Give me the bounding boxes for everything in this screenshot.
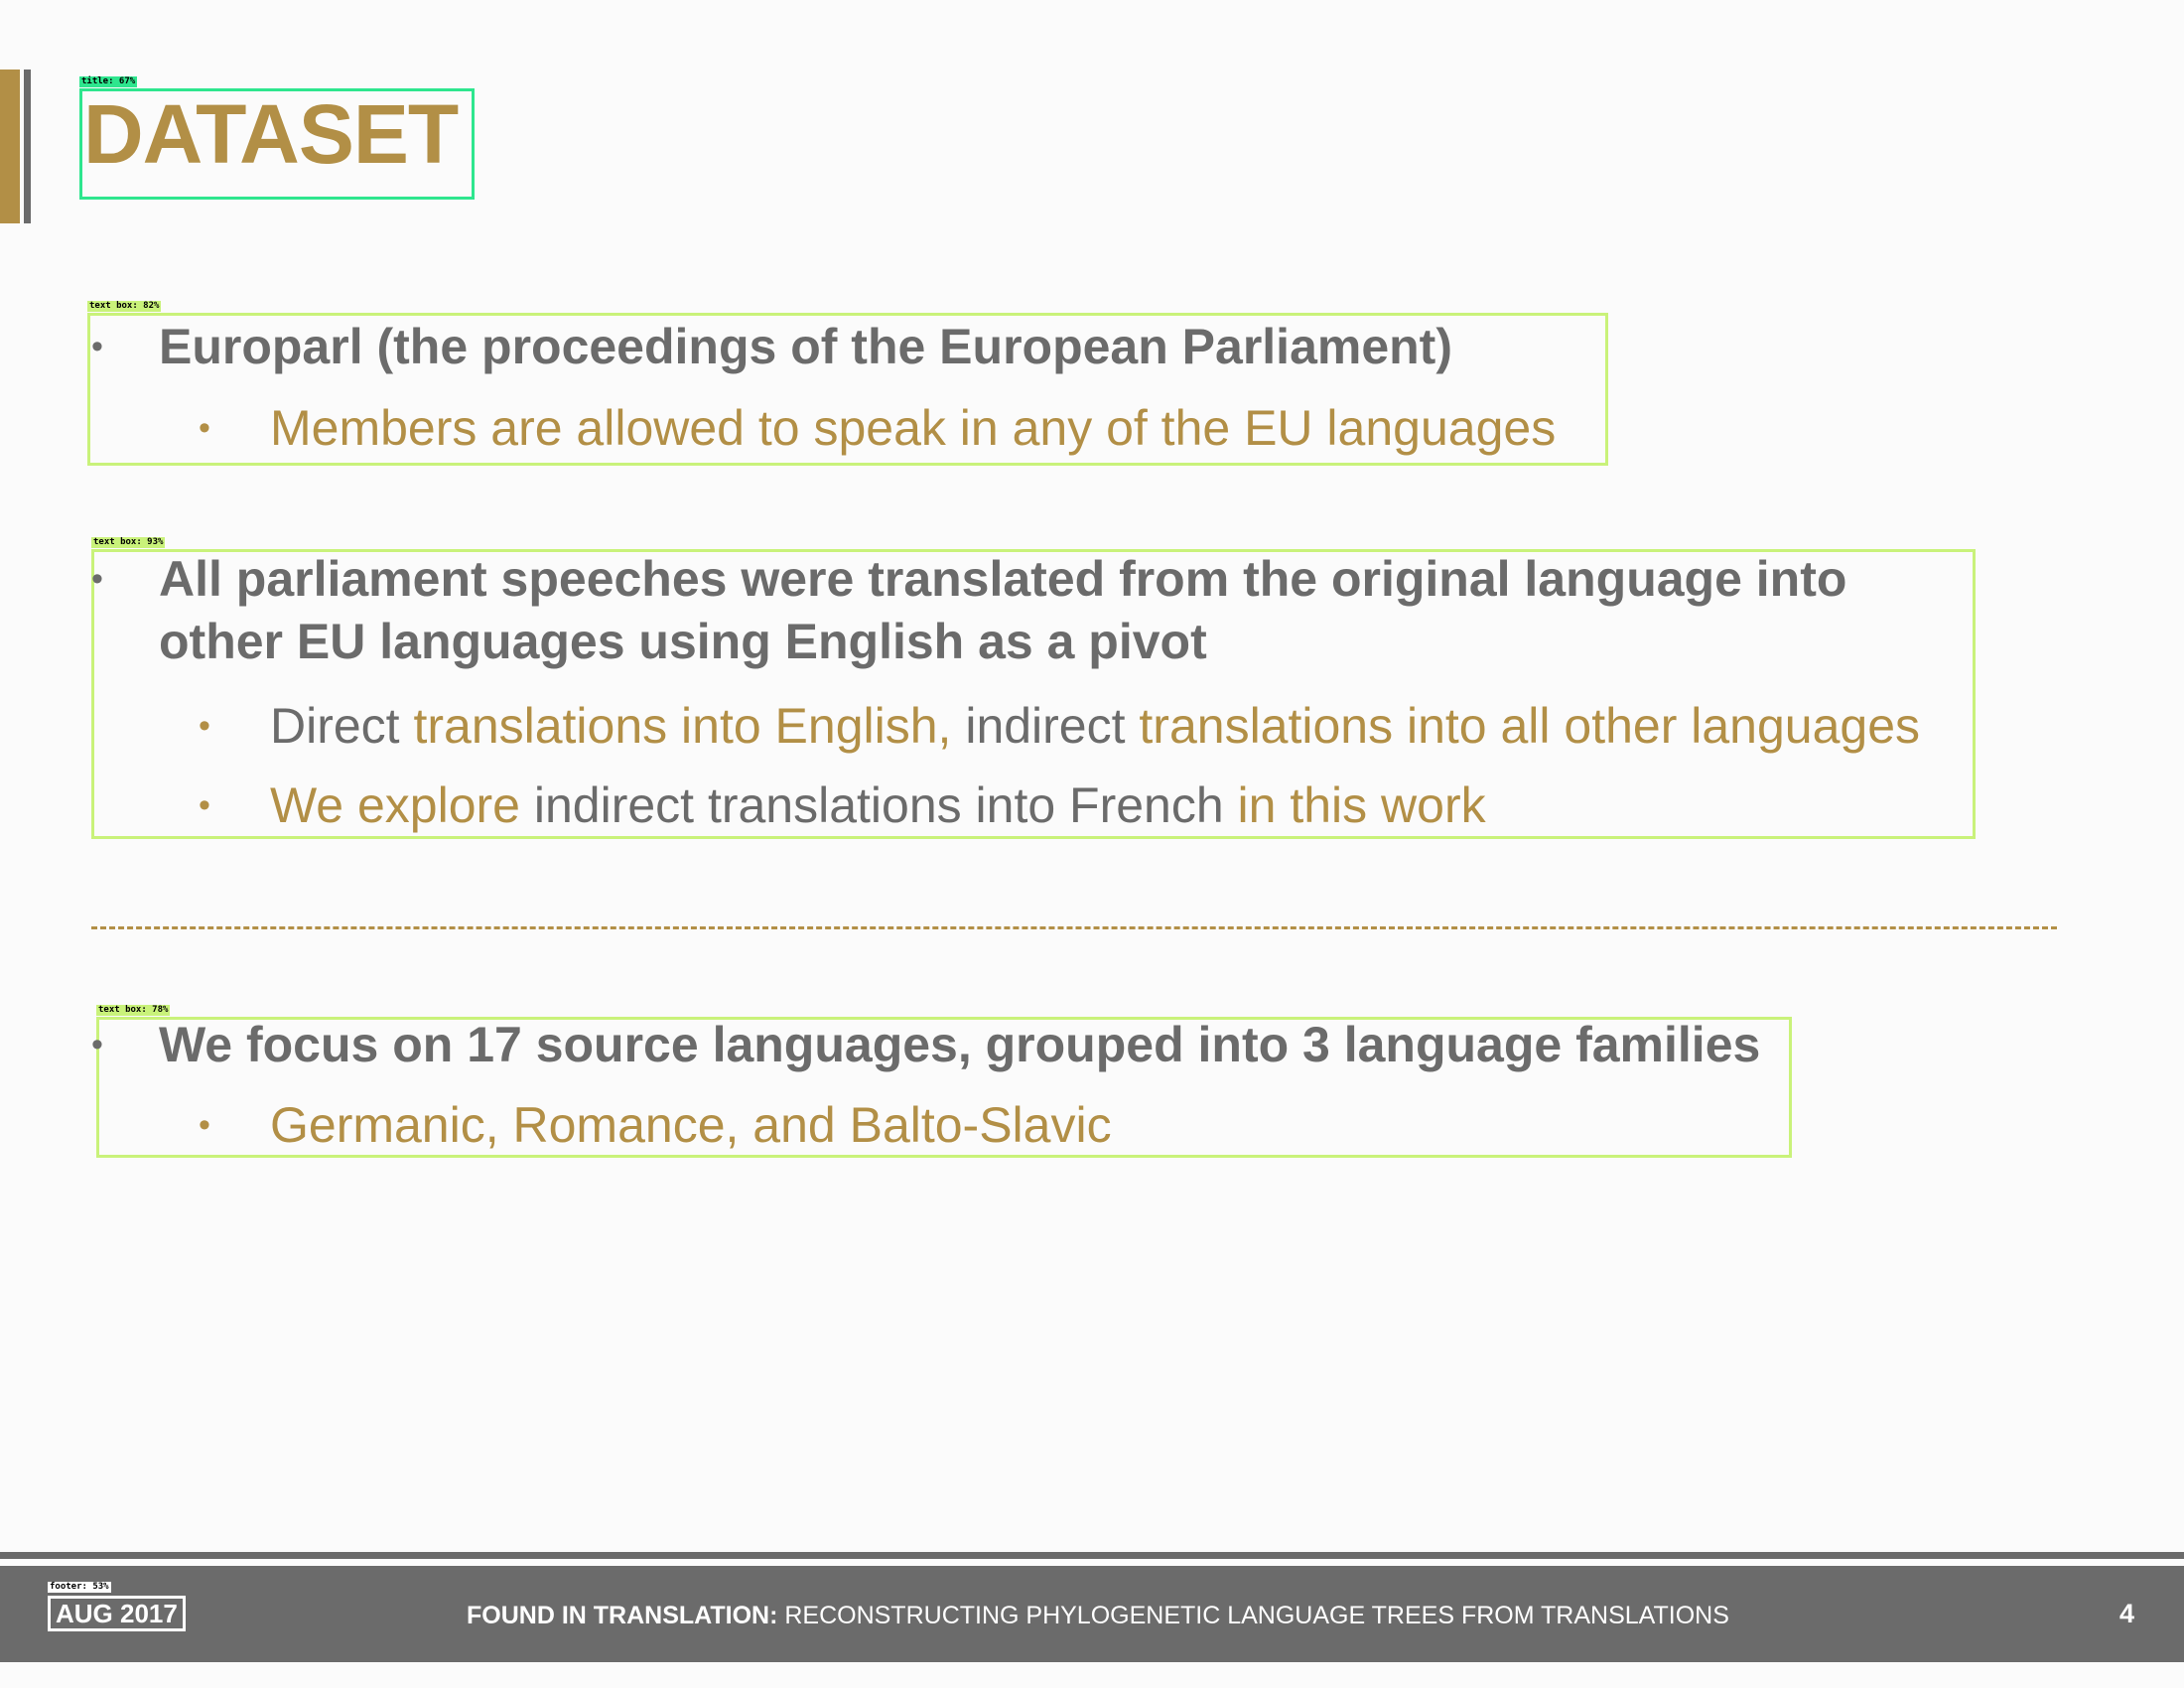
footer: footer: 53% AUG 2017 FOUND IN TRANSLATIO… (0, 1566, 2184, 1662)
section-divider (91, 926, 2057, 929)
subbullet-dot: • (199, 786, 210, 824)
footer-annotation-tag: footer: 53% (48, 1582, 111, 1593)
bullet-text: Europarl (the proceedings of the Europea… (159, 319, 1452, 374)
footer-title: FOUND IN TRANSLATION: RECONSTRUCTING PHY… (467, 1602, 1729, 1629)
footer-date: AUG 2017 (48, 1596, 186, 1631)
title-annotation-tag: title: 67% (79, 76, 138, 87)
subbullet-dot: • (199, 409, 210, 447)
bullet-dot: • (91, 560, 103, 598)
subbullet-text: Direct translations into English, indire… (270, 698, 1921, 754)
subbullet-text: Germanic, Romance, and Balto-Slavic (270, 1097, 1112, 1153)
slide-title: DATASET (83, 87, 459, 181)
text-box-annotation-tag-1: text box: 82% (87, 301, 162, 312)
accent-bar-gold (0, 70, 20, 223)
subbullet-text: Members are allowed to speak in any of t… (270, 400, 1557, 456)
subbullet-text: We explore indirect translations into Fr… (270, 777, 1486, 833)
bullet-dot: • (91, 1026, 103, 1063)
bullet-text: We focus on 17 source languages, grouped… (159, 1017, 1761, 1072)
bullet-text: All parliament speeches were translated … (159, 551, 1847, 669)
subbullet-dot: • (199, 1106, 210, 1144)
bullet-dot: • (91, 328, 103, 365)
accent-bar-gray (24, 70, 31, 223)
text-box-annotation-tag-2: text box: 93% (91, 537, 166, 548)
page-number: 4 (2118, 1599, 2134, 1628)
footer-rule (0, 1552, 2184, 1559)
subbullet-dot: • (199, 707, 210, 745)
